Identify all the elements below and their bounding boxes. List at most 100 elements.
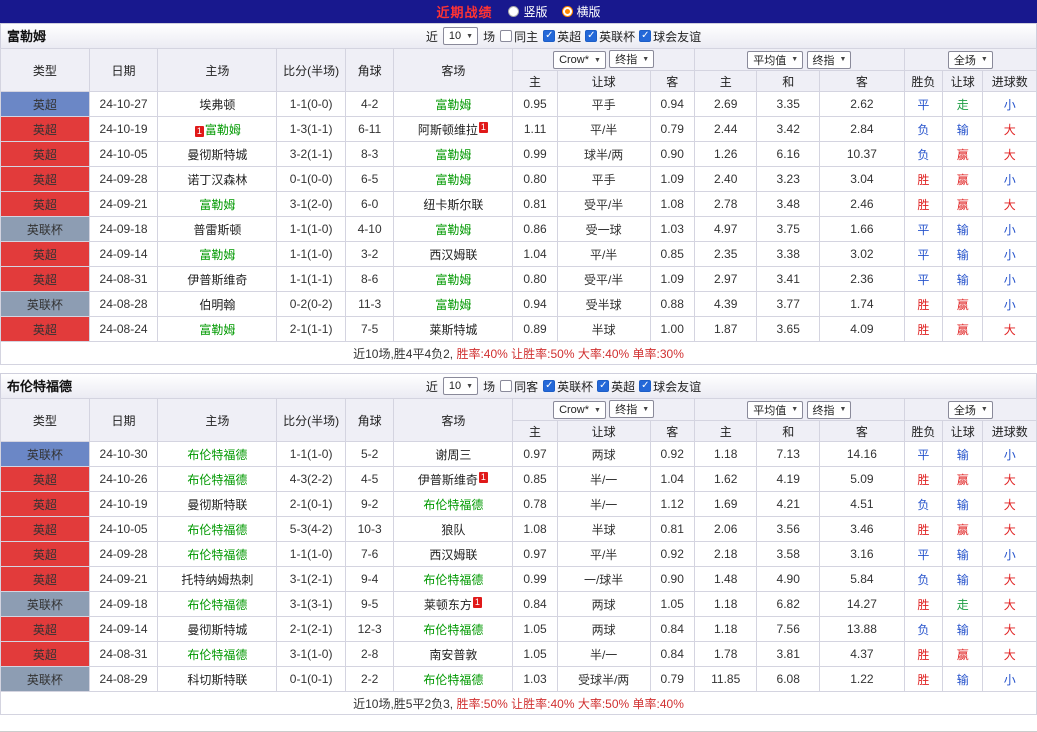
eu-home-odds-cell: 2.40	[693, 166, 758, 192]
ah-away-odds-cell: 0.81	[649, 516, 695, 542]
home-team-name[interactable]: 诺丁汉森林	[187, 173, 247, 187]
bookmaker-select[interactable]: Crow* ▼	[553, 401, 606, 419]
matches-table: 类型 日期 主场 比分(半场) 角球 客场 Crow* ▼ 终指 ▼ 平均值 ▼ 终指…	[0, 48, 1037, 365]
eu-draw-odds-cell: 6.08	[756, 666, 820, 692]
bookmaker-select[interactable]: Crow* ▼	[553, 51, 606, 69]
outcome-result-cell: 胜	[903, 666, 944, 692]
away-team-name[interactable]: 南安普敦	[429, 648, 477, 662]
home-team-name[interactable]: 富勒姆	[199, 248, 235, 262]
home-team-name[interactable]: 布伦特福德	[187, 598, 247, 612]
checkbox-icon[interactable]: ✓	[639, 380, 652, 392]
average-odds-select[interactable]: 平均值 ▼	[747, 400, 804, 419]
away-team-name[interactable]: 布伦特福德	[423, 623, 483, 637]
away-team-name[interactable]: 富勒姆	[435, 298, 471, 312]
checkbox-icon[interactable]: ✓	[543, 380, 556, 392]
away-team-name[interactable]: 富勒姆	[435, 223, 471, 237]
away-team-name[interactable]: 富勒姆	[435, 273, 471, 287]
league-label: 英超	[32, 572, 57, 587]
checkbox-icon[interactable]: ✓	[597, 380, 610, 392]
goals-result-cell: 小	[982, 91, 1037, 117]
odds-time-select[interactable]: 终指 ▼	[609, 50, 655, 68]
checkbox-icon[interactable]: ✓	[585, 30, 598, 42]
same-venue-checkbox[interactable]	[500, 380, 513, 392]
average-odds-select[interactable]: 平均值 ▼	[747, 50, 804, 69]
layout-radio-horizontal[interactable]: 横版	[561, 3, 601, 20]
home-team-name[interactable]: 布伦特福德	[187, 473, 247, 487]
date-cell: 24-09-28	[88, 166, 159, 192]
scope-select[interactable]: 全场 ▼	[947, 400, 993, 419]
same-venue-filter[interactable]: 同客	[500, 378, 538, 395]
ah-home-odds-cell: 1.04	[512, 241, 558, 267]
away-team-name[interactable]: 莱顿东方	[424, 598, 472, 612]
team-section: 富勒姆 近 10 ▼ 场 同主 ✓ 英超 ✓ 英联杯 ✓ 球会友谊 类型 日期 …	[0, 23, 1037, 373]
ah-away-odds-cell: 1.12	[649, 491, 695, 517]
home-team-name[interactable]: 曼彻斯特联	[187, 498, 247, 512]
radio-button-icon[interactable]	[561, 6, 573, 17]
league-filter[interactable]: ✓ 英联杯	[585, 28, 635, 45]
outcome-result-cell: 负	[903, 491, 944, 517]
league-filter[interactable]: ✓ 英联杯	[543, 378, 593, 395]
col-header-eu-home: 主	[693, 420, 758, 442]
ah-home-odds-cell: 0.97	[512, 441, 558, 467]
euro-time-select[interactable]: 终指 ▼	[806, 50, 852, 69]
eu-home-odds-cell: 1.87	[693, 316, 758, 342]
home-team-name[interactable]: 伯明翰	[199, 298, 235, 312]
home-team-cell: 布伦特福德	[157, 441, 278, 467]
away-team-name[interactable]: 谢周三	[435, 448, 471, 462]
home-team-name[interactable]: 布伦特福德	[187, 648, 247, 662]
same-venue-checkbox[interactable]	[500, 30, 513, 42]
handicap-result-cell: 输	[942, 116, 984, 142]
layout-radio-vertical[interactable]: 竖版	[508, 3, 548, 20]
score-cell: 0-1(0-1)	[276, 666, 346, 692]
odds-time-select[interactable]: 终指 ▼	[609, 400, 655, 418]
home-team-name[interactable]: 托特纳姆热刺	[181, 573, 253, 587]
home-team-name[interactable]: 普雷斯顿	[193, 223, 241, 237]
goals-result-cell: 小	[982, 241, 1037, 267]
summary-rates: 胜率:40% 让胜率:50% 大率:40% 单率:30%	[453, 346, 684, 361]
away-team-name[interactable]: 富勒姆	[435, 98, 471, 112]
away-team-name[interactable]: 纽卡斯尔联	[423, 198, 483, 212]
league-filter[interactable]: ✓ 英超	[597, 378, 635, 395]
home-team-name[interactable]: 科切斯特联	[187, 673, 247, 687]
away-team-name[interactable]: 伊普斯维奇	[418, 473, 478, 487]
euro-time-select[interactable]: 终指 ▼	[806, 400, 852, 419]
recent-count-select[interactable]: 10 ▼	[442, 27, 479, 45]
eu-away-odds-cell: 2.62	[819, 91, 905, 117]
home-team-name[interactable]: 布伦特福德	[187, 548, 247, 562]
eu-draw-odds-cell: 3.35	[756, 91, 820, 117]
league-filter[interactable]: ✓ 球会友谊	[639, 378, 701, 395]
league-filter[interactable]: ✓ 球会友谊	[639, 28, 701, 45]
away-team-name[interactable]: 莱斯特城	[429, 323, 477, 337]
away-team-name[interactable]: 富勒姆	[435, 173, 471, 187]
home-team-name[interactable]: 曼彻斯特城	[187, 148, 247, 162]
away-team-name[interactable]: 富勒姆	[435, 148, 471, 162]
same-venue-filter[interactable]: 同主	[500, 28, 538, 45]
home-team-name[interactable]: 布伦特福德	[187, 523, 247, 537]
recent-count-select[interactable]: 10 ▼	[442, 377, 479, 395]
scope-select[interactable]: 全场 ▼	[947, 50, 993, 69]
away-team-name[interactable]: 西汉姆联	[429, 548, 477, 562]
home-team-name[interactable]: 伊普斯维奇	[187, 273, 247, 287]
goals-result-cell: 大	[982, 316, 1037, 342]
home-team-name[interactable]: 富勒姆	[199, 323, 235, 337]
away-team-name[interactable]: 狼队	[441, 523, 465, 537]
date-cell: 24-08-24	[88, 316, 159, 342]
home-team-name[interactable]: 布伦特福德	[187, 448, 247, 462]
away-team-name[interactable]: 阿斯顿维拉	[418, 123, 478, 137]
checkbox-icon[interactable]: ✓	[543, 30, 556, 42]
col-header-goals: 进球数	[982, 70, 1037, 92]
eu-away-odds-cell: 4.09	[819, 316, 905, 342]
home-team-name[interactable]: 富勒姆	[199, 198, 235, 212]
away-team-name[interactable]: 布伦特福德	[423, 498, 483, 512]
away-team-name[interactable]: 布伦特福德	[423, 673, 483, 687]
checkbox-icon[interactable]: ✓	[639, 30, 652, 42]
outcome-result-cell: 胜	[903, 516, 944, 542]
away-team-name[interactable]: 西汉姆联	[429, 248, 477, 262]
league-filter[interactable]: ✓ 英超	[543, 28, 581, 45]
home-team-name[interactable]: 富勒姆	[205, 123, 241, 137]
away-team-name[interactable]: 布伦特福德	[423, 573, 483, 587]
home-team-name[interactable]: 埃弗顿	[199, 98, 235, 112]
radio-button-icon[interactable]	[508, 6, 520, 17]
home-team-name[interactable]: 曼彻斯特城	[187, 623, 247, 637]
dropdown-arrow-icon: ▼	[642, 55, 650, 63]
